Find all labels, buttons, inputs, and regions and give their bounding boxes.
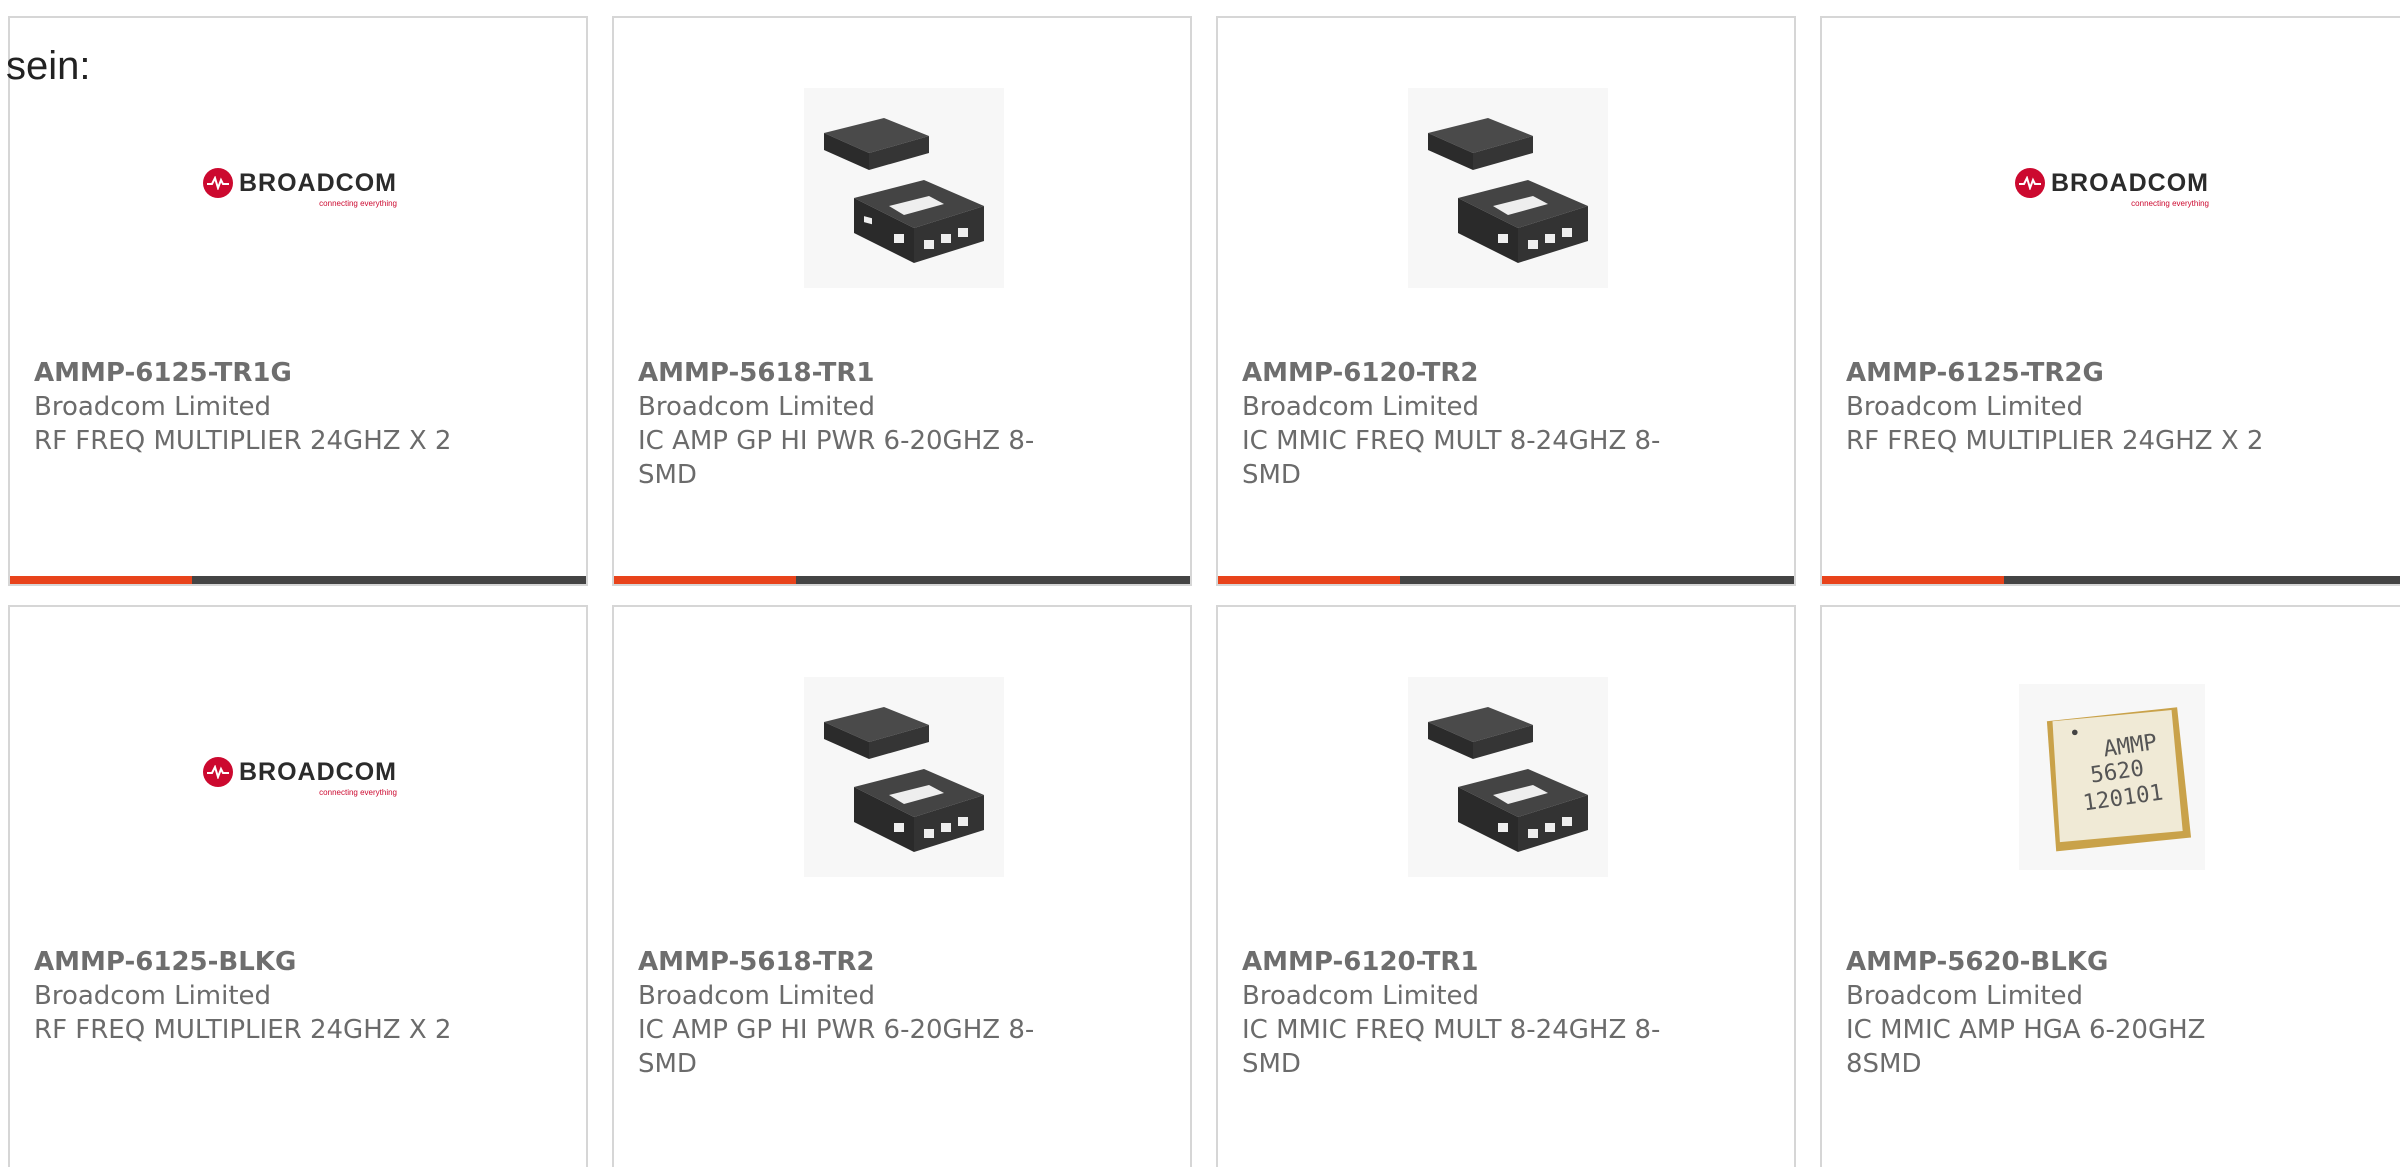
description: IC AMP GP HI PWR 6-20GHZ 8-SMD bbox=[638, 1015, 1035, 1079]
product-image[interactable]: AMMP 5620 120101 bbox=[2012, 677, 2212, 877]
card-bottom-bar bbox=[1822, 576, 2400, 584]
qfn-chip-icon bbox=[1408, 88, 1608, 288]
product-image[interactable] bbox=[1408, 677, 1608, 877]
description: RF FREQ MULTIPLIER 24GHZ X 2 bbox=[34, 1015, 452, 1045]
description: IC MMIC AMP HGA 6-20GHZ 8SMD bbox=[1846, 1015, 2206, 1079]
qfn-chip-icon bbox=[1408, 677, 1608, 877]
part-number-link[interactable]: AMMP-6125-TR2G bbox=[1846, 356, 2266, 390]
part-number-link[interactable]: AMMP-6125-TR1G bbox=[34, 356, 454, 390]
product-image[interactable]: BROADCOM connecting everything bbox=[200, 677, 400, 877]
card-bottom-bar bbox=[1218, 576, 1794, 584]
ceramic-chip-icon: AMMP 5620 120101 bbox=[2019, 684, 2205, 870]
qfn-chip-icon bbox=[804, 677, 1004, 877]
manufacturer: Broadcom Limited bbox=[34, 392, 272, 422]
description: IC MMIC FREQ MULT 8-24GHZ 8-SMD bbox=[1242, 426, 1661, 490]
product-image[interactable] bbox=[1408, 88, 1608, 288]
broadcom-logo-icon: BROADCOM connecting everything bbox=[203, 168, 397, 208]
intro-text: sein: bbox=[6, 44, 91, 88]
product-image[interactable]: BROADCOM connecting everything bbox=[2012, 88, 2212, 288]
product-card[interactable]: AMMP-5618-TR2 Broadcom Limited IC AMP GP… bbox=[612, 605, 1192, 1167]
description: RF FREQ MULTIPLIER 24GHZ X 2 bbox=[34, 426, 452, 456]
part-number-link[interactable]: AMMP-6125-BLKG bbox=[34, 945, 454, 979]
product-card[interactable]: BROADCOM connecting everything AMMP-6125… bbox=[8, 16, 588, 586]
product-image[interactable]: BROADCOM connecting everything bbox=[200, 88, 400, 288]
product-card[interactable]: AMMP-6120-TR1 Broadcom Limited IC MMIC F… bbox=[1216, 605, 1796, 1167]
manufacturer: Broadcom Limited bbox=[1846, 392, 2084, 422]
qfn-chip-icon bbox=[804, 88, 1004, 288]
broadcom-logo-icon: BROADCOM connecting everything bbox=[2015, 168, 2209, 208]
manufacturer: Broadcom Limited bbox=[1242, 392, 1480, 422]
card-bottom-bar bbox=[614, 576, 1190, 584]
part-number-link[interactable]: AMMP-6120-TR1 bbox=[1242, 945, 1662, 979]
card-bottom-bar bbox=[10, 576, 586, 584]
description: IC AMP GP HI PWR 6-20GHZ 8-SMD bbox=[638, 426, 1035, 490]
part-number-link[interactable]: AMMP-5618-TR2 bbox=[638, 945, 1058, 979]
product-image[interactable] bbox=[804, 677, 1004, 877]
description: RF FREQ MULTIPLIER 24GHZ X 2 bbox=[1846, 426, 2264, 456]
product-card[interactable]: BROADCOM connecting everything AMMP-6125… bbox=[1820, 16, 2400, 586]
manufacturer: Broadcom Limited bbox=[638, 392, 876, 422]
product-image[interactable] bbox=[804, 88, 1004, 288]
description: IC MMIC FREQ MULT 8-24GHZ 8-SMD bbox=[1242, 1015, 1661, 1079]
manufacturer: Broadcom Limited bbox=[1242, 981, 1480, 1011]
product-card[interactable]: AMMP 5620 120101 AMMP-5620-BLKG Broadcom… bbox=[1820, 605, 2400, 1167]
broadcom-logo-icon: BROADCOM connecting everything bbox=[203, 757, 397, 797]
manufacturer: Broadcom Limited bbox=[34, 981, 272, 1011]
manufacturer: Broadcom Limited bbox=[1846, 981, 2084, 1011]
part-number-link[interactable]: AMMP-5620-BLKG bbox=[1846, 945, 2266, 979]
product-card[interactable]: AMMP-5618-TR1 Broadcom Limited IC AMP GP… bbox=[612, 16, 1192, 586]
manufacturer: Broadcom Limited bbox=[638, 981, 876, 1011]
product-card[interactable]: BROADCOM connecting everything AMMP-6125… bbox=[8, 605, 588, 1167]
product-grid-page: sein: BROADCOM connecting everything AMM… bbox=[0, 0, 2400, 1167]
part-number-link[interactable]: AMMP-6120-TR2 bbox=[1242, 356, 1662, 390]
product-card[interactable]: AMMP-6120-TR2 Broadcom Limited IC MMIC F… bbox=[1216, 16, 1796, 586]
part-number-link[interactable]: AMMP-5618-TR1 bbox=[638, 356, 1058, 390]
